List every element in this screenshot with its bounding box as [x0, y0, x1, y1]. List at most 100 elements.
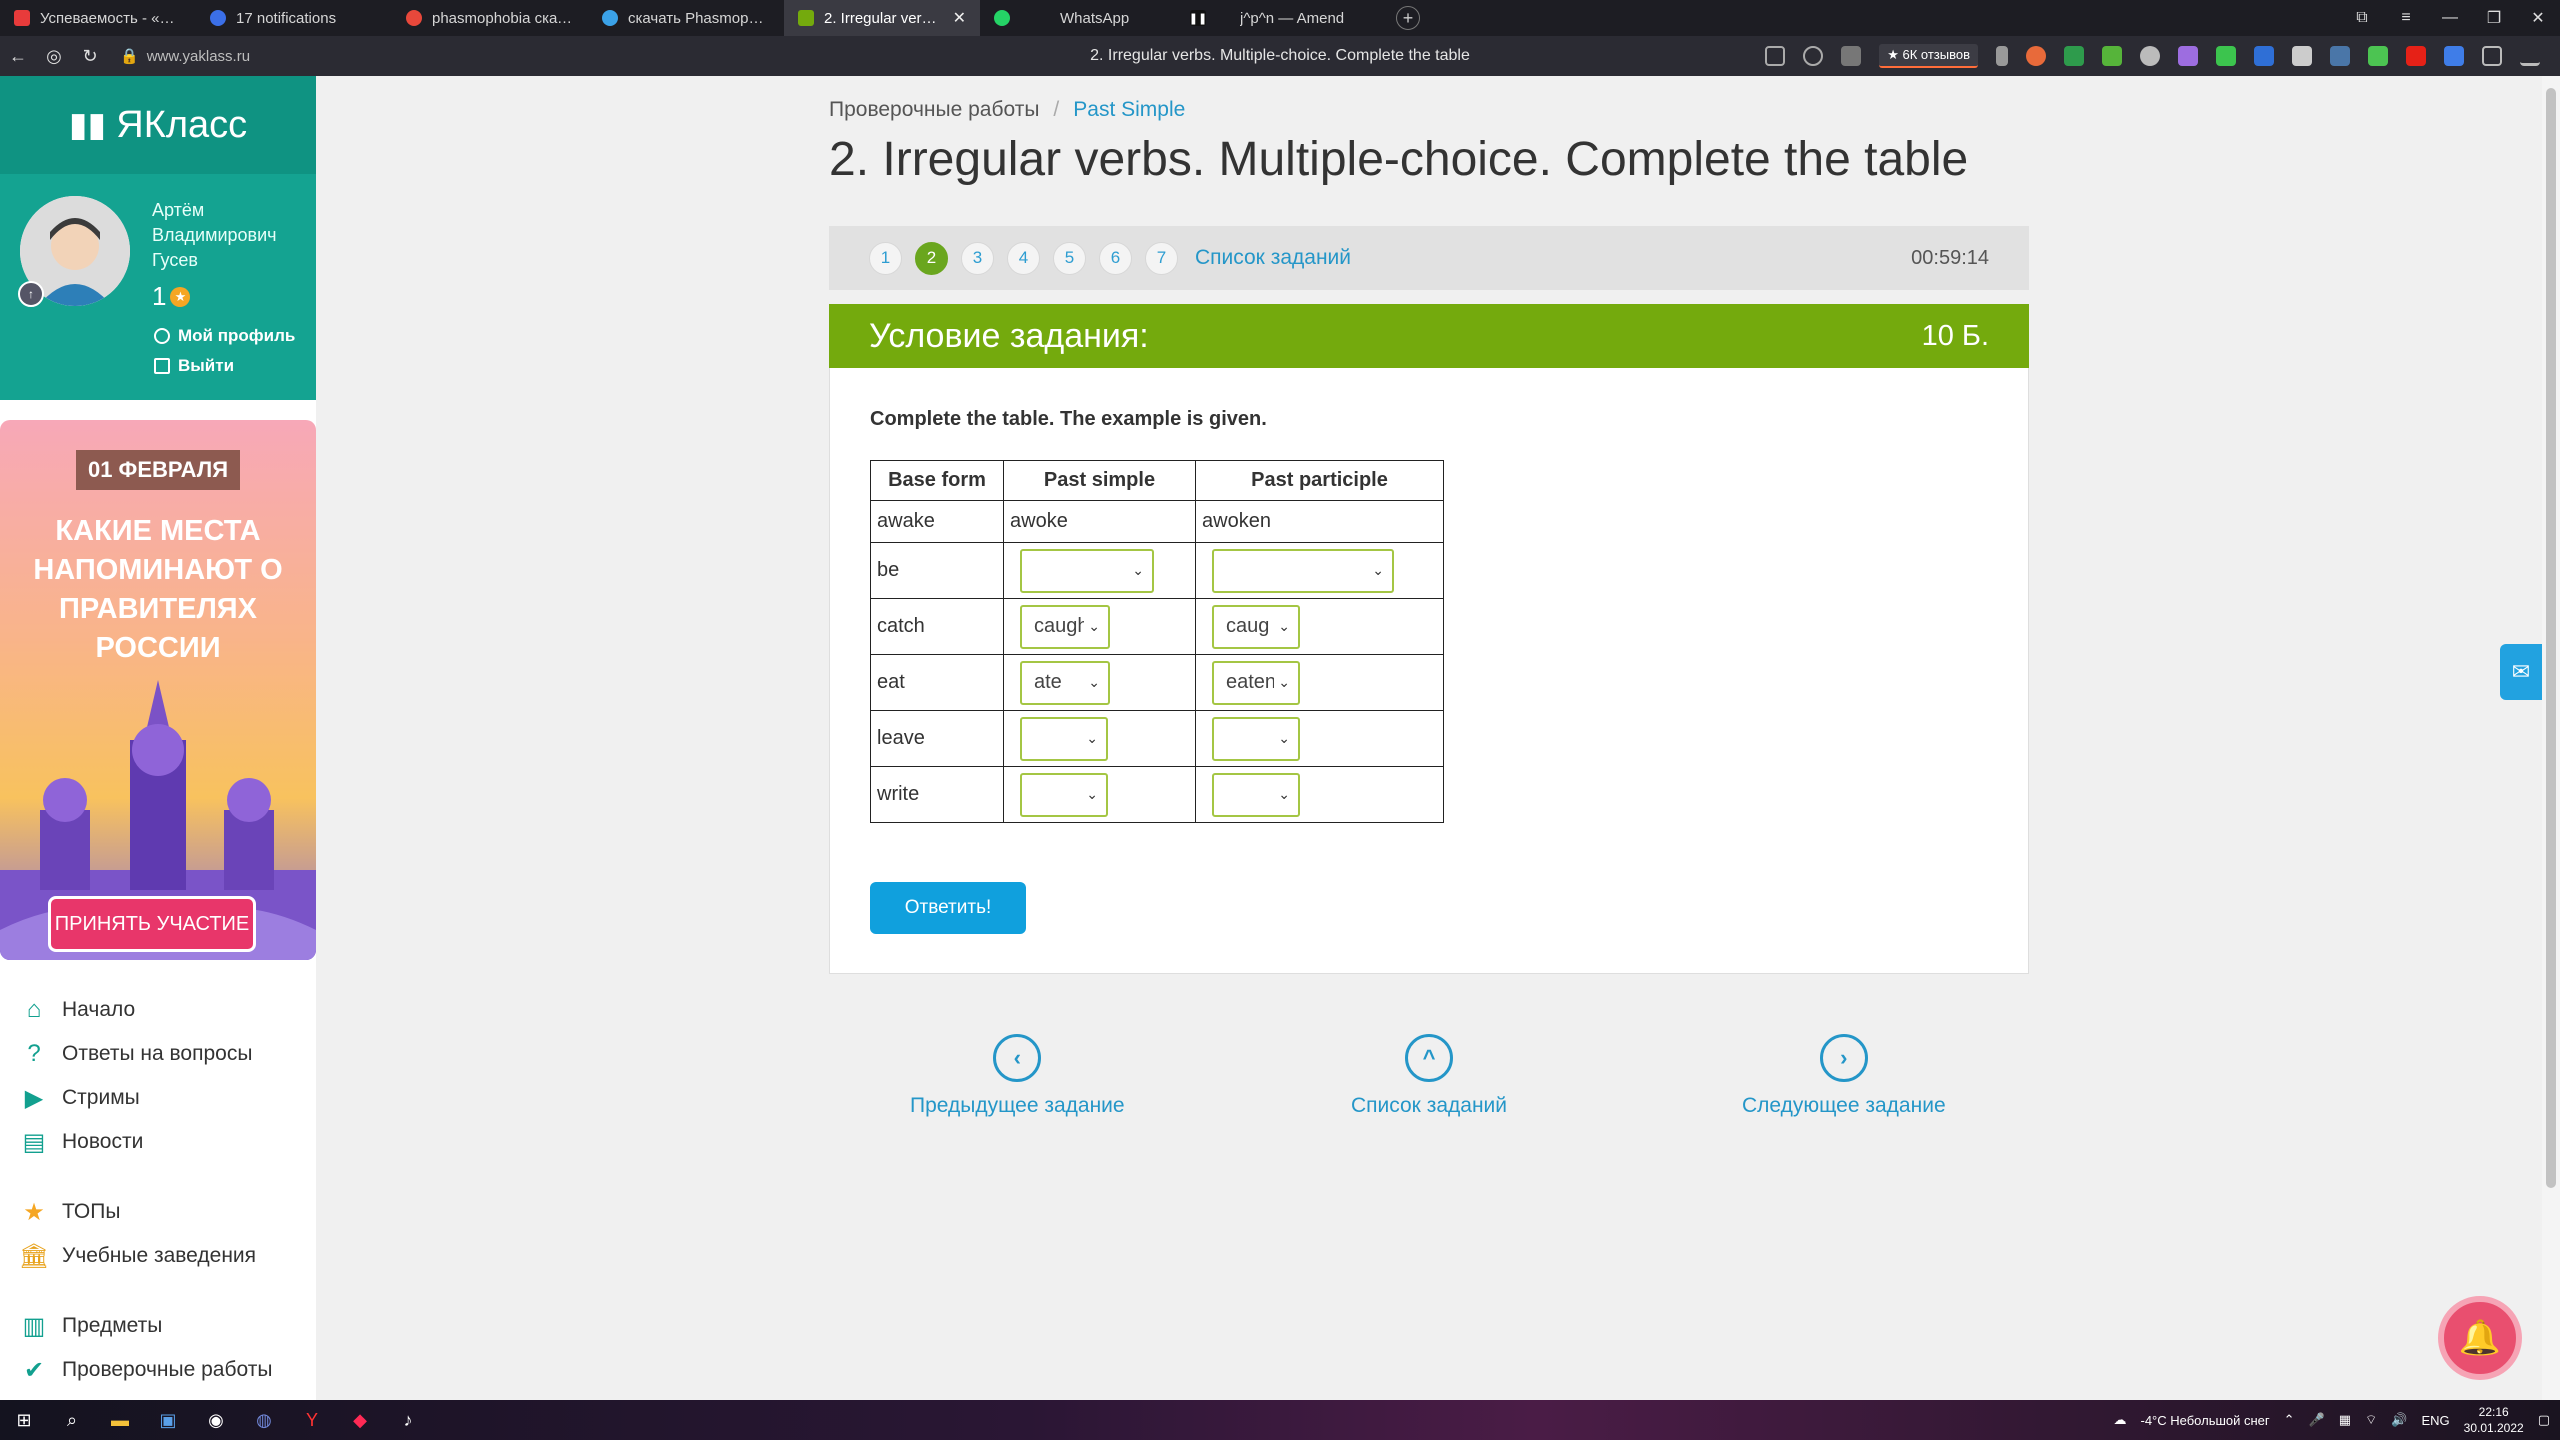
tabs-icon[interactable]: [1765, 46, 1786, 66]
opera-gx-icon[interactable]: ◆: [336, 1400, 384, 1440]
search-icon[interactable]: ⌕: [48, 1400, 96, 1440]
sidebar-item-answers[interactable]: ? Ответы на вопросы: [0, 1032, 316, 1076]
microphone-icon[interactable]: 🎤: [2309, 1412, 2325, 1428]
browser-tab-3[interactable]: phasmophobia скачать —: [392, 0, 588, 36]
envelope-icon: ✉: [2511, 659, 2531, 684]
close-window-icon[interactable]: ✕: [2516, 8, 2560, 28]
reload-icon[interactable]: ↻: [72, 46, 108, 67]
app-icon[interactable]: ▣: [144, 1400, 192, 1440]
chevron-up-icon[interactable]: ⌃: [2284, 1412, 2295, 1428]
yandex-browser-icon[interactable]: Y: [288, 1400, 336, 1440]
promo-banner[interactable]: 01 ФЕВРАЛЯ КАКИЕ МЕСТА НАПОМИНАЮТ О ПРАВ…: [0, 420, 316, 960]
notification-bell-button[interactable]: 🔔: [2438, 1296, 2522, 1380]
past-simple-select[interactable]: ate ⌄: [1020, 660, 1110, 705]
breadcrumb-current[interactable]: Past Simple: [1073, 98, 1185, 122]
weather-text[interactable]: -4°C Небольшой снег: [2140, 1413, 2269, 1428]
new-tab-button[interactable]: +: [1396, 6, 1420, 30]
browser-tab-6[interactable]: WhatsApp: [980, 0, 1176, 36]
volume-icon[interactable]: 🔊: [2391, 1412, 2407, 1428]
lock-extension-icon[interactable]: [1841, 46, 1862, 66]
sidebar-item-schools[interactable]: 🏛 Учебные заведения: [0, 1234, 316, 1278]
browser-tab-1[interactable]: Успеваемость - «Школьн: [0, 0, 196, 36]
windows-start-icon[interactable]: ⊞: [0, 1400, 48, 1440]
past-participle-select[interactable]: eaten ⌄: [1212, 660, 1300, 705]
snapshot-icon[interactable]: ⧉: [2340, 9, 2384, 27]
wifi-icon[interactable]: ⌔: [2365, 1412, 2377, 1428]
past-participle-select[interactable]: ⌄: [1212, 772, 1300, 817]
task-list-link[interactable]: Список заданий: [1195, 246, 1351, 270]
wallet-icon[interactable]: [2254, 46, 2274, 66]
past-participle-select[interactable]: caug ⌄: [1212, 604, 1300, 649]
sidebar-item-home[interactable]: ⌂ Начало: [0, 988, 316, 1032]
clock[interactable]: 22:16 30.01.2022: [2464, 1404, 2524, 1436]
speed-dial-icon[interactable]: ◎: [36, 46, 72, 67]
prev-task-link[interactable]: ‹ Предыдущее задание: [910, 1034, 1125, 1118]
downloads-icon[interactable]: [2520, 46, 2540, 66]
browser-tab-7[interactable]: ❚❚ j^p^n — Amend: [1176, 0, 1372, 36]
music-app-icon[interactable]: ♪: [384, 1400, 432, 1440]
page-scrollbar[interactable]: [2542, 76, 2560, 1400]
shield-green-icon[interactable]: [2064, 46, 2084, 66]
past-participle-select[interactable]: ⌄: [1212, 548, 1394, 593]
search-icon[interactable]: [1803, 46, 1824, 66]
window-controls: ⧉ ≡ — ❐ ✕: [2340, 0, 2560, 36]
bookmark-icon[interactable]: [1996, 46, 2008, 66]
pen-icon[interactable]: [2216, 46, 2236, 66]
task-list-bottom-link[interactable]: ^ Список заданий: [1351, 1034, 1507, 1118]
vk-icon[interactable]: [2330, 46, 2350, 66]
minimize-icon[interactable]: —: [2428, 9, 2472, 27]
notifications-icon[interactable]: ▢: [2538, 1412, 2550, 1428]
restore-icon[interactable]: ❐: [2472, 8, 2516, 28]
past-simple-select[interactable]: ⌄: [1020, 716, 1108, 761]
download-green-icon[interactable]: [2102, 46, 2122, 66]
past-simple-select[interactable]: ⌄: [1020, 548, 1154, 593]
menu-icon[interactable]: ≡: [2384, 9, 2428, 27]
sidebar-item-tests[interactable]: ✔ Проверочные работы: [0, 1348, 316, 1392]
feather-icon[interactable]: [2178, 46, 2198, 66]
tab-close-icon[interactable]: ✕: [953, 8, 966, 28]
step-7[interactable]: 7: [1145, 241, 1178, 275]
lightbulb-icon[interactable]: [2140, 46, 2160, 66]
browser-tab-4[interactable]: скачать Phasmophobia (m: [588, 0, 784, 36]
my-profile-label: Мой профиль: [178, 326, 296, 345]
file-explorer-icon[interactable]: ▬: [96, 1400, 144, 1440]
step-2-active[interactable]: 2: [915, 241, 948, 275]
puzzle-icon[interactable]: [2482, 46, 2502, 66]
youtube-icon[interactable]: [2406, 46, 2426, 66]
browser-tab-5-active[interactable]: 2. Irregular verbs. Multip ✕: [784, 0, 980, 36]
sidebar-item-streams[interactable]: ▶ Стримы: [0, 1076, 316, 1120]
scrollbar-thumb[interactable]: [2546, 88, 2556, 1188]
step-4[interactable]: 4: [1007, 241, 1040, 275]
browser-tab-2[interactable]: 17 notifications: [196, 0, 392, 36]
submit-answer-button[interactable]: Ответить!: [870, 882, 1026, 934]
next-task-link[interactable]: › Следующее задание: [1742, 1034, 1946, 1118]
leaf-icon[interactable]: [2368, 46, 2388, 66]
sidebar-item-tops[interactable]: ★ ТОПы: [0, 1190, 316, 1234]
back-icon[interactable]: ←: [0, 46, 36, 67]
past-simple-select[interactable]: ⌄: [1020, 772, 1108, 817]
logout-link[interactable]: Выйти: [154, 356, 234, 376]
language-indicator[interactable]: ENG: [2421, 1413, 2449, 1428]
sidebar-item-subjects[interactable]: ▥ Предметы: [0, 1304, 316, 1348]
extension-orange-icon[interactable]: [2026, 46, 2046, 66]
sidebar-item-news[interactable]: ▤ Новости: [0, 1120, 316, 1164]
breadcrumb-root[interactable]: Проверочные работы: [829, 98, 1039, 122]
arrow-extension-icon[interactable]: [2444, 46, 2464, 66]
translate-icon[interactable]: [2292, 46, 2312, 66]
past-simple-select[interactable]: caugh ⌄: [1020, 604, 1110, 649]
example-past-participle: awoken: [1195, 500, 1444, 543]
tab-favicon-icon: [210, 10, 226, 26]
step-5[interactable]: 5: [1053, 241, 1086, 275]
step-3[interactable]: 3: [961, 241, 994, 275]
steam-icon[interactable]: ◉: [192, 1400, 240, 1440]
participate-button[interactable]: ПРИНЯТЬ УЧАСТИЕ: [48, 896, 256, 952]
step-1[interactable]: 1: [869, 241, 902, 275]
network-icon[interactable]: ▦: [2339, 1412, 2351, 1428]
discord-icon[interactable]: ◍: [240, 1400, 288, 1440]
url-field[interactable]: 🔒 www.yaklass.ru: [120, 47, 250, 66]
step-6[interactable]: 6: [1099, 241, 1132, 275]
reviews-badge[interactable]: ★ 6К отзывов: [1879, 44, 1978, 68]
past-participle-select[interactable]: ⌄: [1212, 716, 1300, 761]
feedback-mail-button[interactable]: ✉: [2500, 644, 2542, 700]
my-profile-link[interactable]: Мой профиль: [154, 326, 295, 346]
